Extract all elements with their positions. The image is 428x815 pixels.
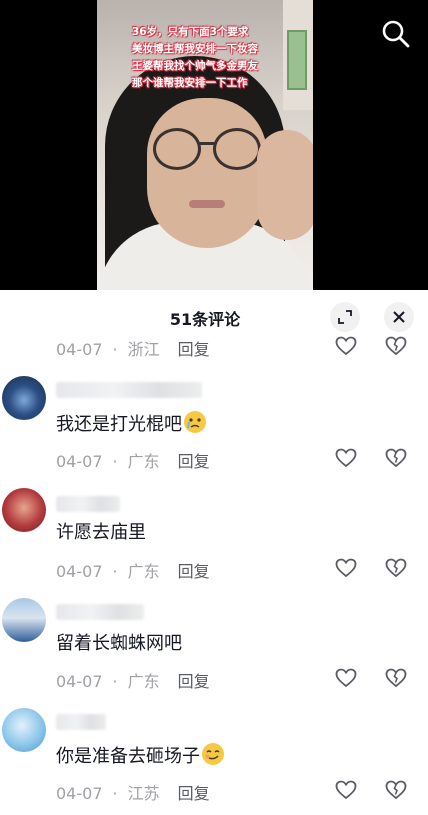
reply-button[interactable]: 回复 [178,784,210,803]
comment-location: 广东 [127,672,160,691]
comment-meta-row: 04-07 · 广东 回复 [0,556,428,582]
search-icon [382,20,410,48]
dislike-broken-heart-icon[interactable] [384,778,408,802]
meta-separator: · [112,340,118,359]
comment-body: 我还是打光棍吧 [56,414,182,435]
avatar[interactable] [2,376,46,420]
dislike-broken-heart-icon[interactable] [384,666,408,690]
avatar[interactable] [2,708,46,752]
comment-meta: 04-07 · 江苏 回复 [56,780,210,804]
smirk-face-emoji [202,743,224,765]
video-person-glasses-left [153,128,201,170]
like-heart-icon[interactable] [334,334,358,358]
expand-button[interactable] [330,302,360,332]
comment-meta: 04-07 · 广东 回复 [56,558,210,582]
comment-meta: 04-07 · 浙江 回复 [56,336,210,360]
comment-meta-row: 04-07 · 浙江 回复 [0,334,428,360]
username-blurred[interactable] [56,382,202,398]
meta-separator: · [112,672,118,691]
reply-button[interactable]: 回复 [178,562,210,581]
search-button[interactable] [380,18,412,50]
avatar[interactable] [2,598,46,642]
close-icon [393,311,405,323]
video-person-face [147,98,267,248]
dislike-broken-heart-icon[interactable] [384,556,408,580]
avatar[interactable] [2,488,46,532]
caption-line: 那个谁帮我安排一下工作 [132,77,248,89]
like-heart-icon[interactable] [334,666,358,690]
caption-line: 36岁，只有下面3个要求 [132,26,249,38]
comment-body: 留着长蜘蛛网吧 [56,633,182,654]
comment-meta-row: 04-07 · 广东 回复 [0,446,428,472]
username-blurred[interactable] [56,714,106,730]
comment-meta: 04-07 · 广东 回复 [56,448,210,472]
meta-separator: · [112,452,118,471]
video-player[interactable]: 36岁，只有下面3个要求 美妆博主帮我安排一下妆容 王婆帮我找个帅气多金男友 那… [0,0,428,290]
comment-date: 04-07 [56,562,103,581]
reply-button[interactable]: 回复 [178,340,210,359]
comment-location: 广东 [127,562,160,581]
caption-line: 美妆博主帮我安排一下妆容 [132,43,258,55]
expand-icon [338,310,352,324]
like-heart-icon[interactable] [334,556,358,580]
close-button[interactable] [384,302,414,332]
comment-location: 江苏 [127,784,160,803]
comment-meta-row: 04-07 · 广东 回复 [0,666,428,692]
comment-date: 04-07 [56,340,103,359]
video-person-glasses-bridge [199,142,215,145]
crying-face-emoji [184,411,206,433]
comment-meta-row: 04-07 · 江苏 回复 [0,778,428,804]
meta-separator: · [112,784,118,803]
dislike-broken-heart-icon[interactable] [384,446,408,470]
video-caption: 36岁，只有下面3个要求 美妆博主帮我安排一下妆容 王婆帮我找个帅气多金男友 那… [132,24,312,92]
video-person-mouth [189,200,225,208]
comment-text: 留着长蜘蛛网吧 [56,631,182,657]
comment-location: 广东 [127,452,160,471]
comment-date: 04-07 [56,784,103,803]
comments-sheet: 51条评论 04-07 · 浙江 回复 我还是打光棍吧 04-07 · 广东 回… [0,290,428,815]
comment-text: 我还是打光棍吧 [56,410,208,438]
comment-text: 你是准备去砸场子 [56,742,226,770]
reply-button[interactable]: 回复 [178,452,210,471]
comment-body: 许愿去庙里 [56,522,146,543]
comment-date: 04-07 [56,452,103,471]
meta-separator: · [112,562,118,581]
username-blurred[interactable] [56,496,120,512]
video-person-glasses-right [213,128,261,170]
like-heart-icon[interactable] [334,446,358,470]
comment-location: 浙江 [127,340,160,359]
like-heart-icon[interactable] [334,778,358,802]
video-person-hand [257,130,313,240]
comment-meta: 04-07 · 广东 回复 [56,668,210,692]
dislike-broken-heart-icon[interactable] [384,334,408,358]
comment-text: 许愿去庙里 [56,520,146,546]
comment-date: 04-07 [56,672,103,691]
username-blurred[interactable] [56,604,144,620]
comment-body: 你是准备去砸场子 [56,746,200,767]
caption-line: 王婆帮我找个帅气多金男友 [132,60,258,72]
reply-button[interactable]: 回复 [178,672,210,691]
